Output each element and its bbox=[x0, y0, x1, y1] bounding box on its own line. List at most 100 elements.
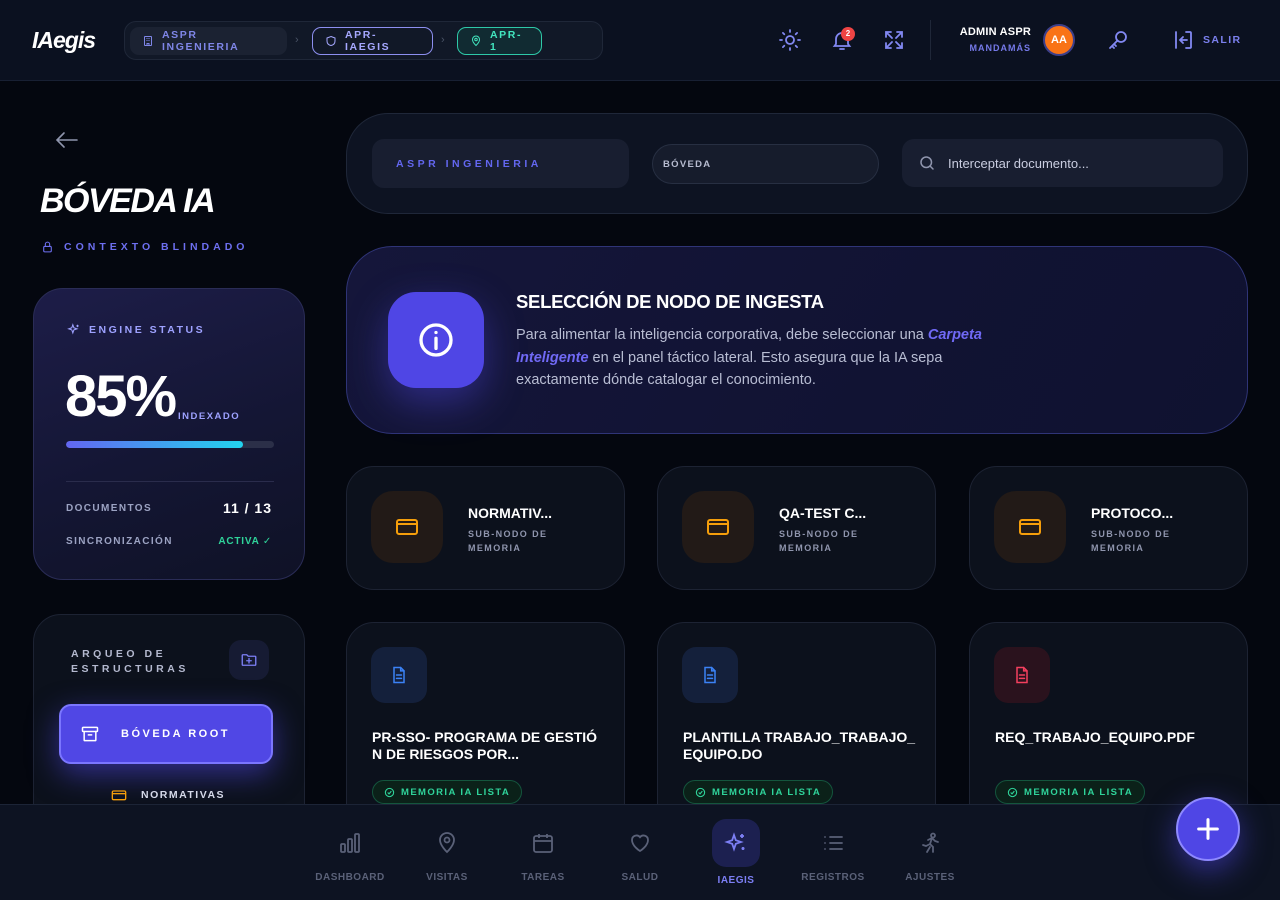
calendar-icon bbox=[533, 834, 553, 853]
document-icon-tile bbox=[371, 647, 427, 703]
file-pdf-icon bbox=[1016, 666, 1028, 684]
breadcrumb: ASPR INGENIERIA › APR-IAEGIS › APR-1 bbox=[124, 21, 603, 60]
sparkles-icon bbox=[724, 832, 745, 852]
expand-icon[interactable] bbox=[882, 28, 906, 52]
tree-item-label: BÓVEDA ROOT bbox=[121, 728, 230, 740]
breadcrumb-item-organization[interactable]: ASPR INGENIERIA bbox=[130, 27, 287, 55]
lock-icon bbox=[43, 241, 52, 253]
documents-label: DOCUMENTOS bbox=[66, 503, 153, 514]
check-circle-icon bbox=[1007, 787, 1018, 797]
status-badge-label: MEMORIA IA LISTA bbox=[401, 786, 511, 798]
sync-value: ACTIVA ✓ bbox=[218, 536, 272, 547]
file-text-icon bbox=[393, 666, 405, 684]
info-title: SELECCIÓN DE NODO DE INGESTA bbox=[516, 291, 824, 312]
avatar[interactable]: AA bbox=[1043, 24, 1075, 56]
tree-item-vault-root[interactable]: BÓVEDA ROOT bbox=[59, 704, 273, 764]
logout-icon[interactable] bbox=[1172, 28, 1196, 52]
document-name: REQ_TRABAJO_EQUIPO.PDF bbox=[995, 729, 1195, 745]
nav-item-dashboard[interactable]: DASHBOARD bbox=[302, 805, 398, 900]
tree-item-normativas[interactable]: NORMATIVAS bbox=[111, 789, 225, 801]
plus-icon bbox=[1197, 818, 1219, 840]
nav-item-label: SALUD bbox=[621, 872, 659, 883]
top-bar: IAegis ASPR INGENIERIA › APR-IAEGIS › AP… bbox=[0, 0, 1280, 81]
user-role: MANDAMÁS bbox=[969, 43, 1031, 53]
back-arrow-icon[interactable] bbox=[52, 126, 82, 156]
check-circle-icon bbox=[384, 787, 395, 797]
map-pin-icon bbox=[471, 35, 481, 47]
bottom-nav: DASHBOARD VISITAS TAREAS SALUD IAEGIS RE… bbox=[0, 804, 1280, 900]
indexing-progress-fill bbox=[66, 441, 243, 448]
tree-title: ARQUEO DE ESTRUCTURAS bbox=[71, 648, 189, 675]
notification-badge: 2 bbox=[841, 27, 855, 41]
chevron-right-icon: › bbox=[295, 34, 299, 46]
documents-value: 11 / 13 bbox=[222, 500, 272, 516]
check-circle-icon bbox=[695, 787, 706, 797]
nav-item-label: TAREAS bbox=[521, 872, 565, 883]
folder-card[interactable]: QA-TEST C... SUB-NODO DE MEMORIA bbox=[657, 466, 936, 590]
divider bbox=[66, 481, 274, 482]
nav-item-salud[interactable]: SALUD bbox=[592, 805, 688, 900]
nav-item-ajustes[interactable]: AJUSTES bbox=[882, 805, 978, 900]
ingest-info-card: SELECCIÓN DE NODO DE INGESTA Para alimen… bbox=[346, 246, 1248, 434]
indexing-progress-bar bbox=[66, 441, 274, 448]
document-name: PLANTILLA TRABAJO_TRABAJO_EQUIPO.DO bbox=[683, 729, 916, 762]
nav-item-label: REGISTROS bbox=[801, 872, 865, 883]
folder-icon-tile bbox=[682, 491, 754, 563]
document-icon-tile bbox=[682, 647, 738, 703]
sync-label: SINCRONIZACIÓN bbox=[66, 536, 173, 547]
building-icon bbox=[144, 36, 152, 46]
list-icon bbox=[824, 836, 843, 850]
info-text-start: Para alimentar la inteligencia corporati… bbox=[516, 327, 928, 343]
add-button[interactable] bbox=[1176, 797, 1240, 861]
nav-item-label: IAEGIS bbox=[717, 875, 755, 886]
document-icon-tile bbox=[994, 647, 1050, 703]
folder-name: NORMATIV... bbox=[468, 505, 553, 521]
folder-card[interactable]: NORMATIV... SUB-NODO DE MEMORIA bbox=[346, 466, 625, 590]
folder-icon bbox=[396, 519, 418, 535]
nav-item-visitas[interactable]: VISITAS bbox=[399, 805, 495, 900]
engine-percent-label: INDEXADO bbox=[178, 411, 241, 422]
nav-item-iaegis[interactable]: IAEGIS bbox=[688, 805, 784, 900]
tree-item-label: NORMATIVAS bbox=[141, 789, 226, 801]
sparkles-icon bbox=[67, 323, 79, 335]
engine-status-card: ENGINE STATUS 85% INDEXADO DOCUMENTOS 11… bbox=[33, 288, 305, 580]
folder-plus-icon bbox=[241, 654, 257, 666]
folder-subtitle: SUB-NODO DE MEMORIA bbox=[779, 529, 859, 553]
vault-select[interactable]: BÓVEDA bbox=[652, 144, 879, 184]
archive-icon bbox=[81, 726, 99, 742]
engine-percent: 85% bbox=[65, 364, 177, 429]
chevron-right-icon: › bbox=[441, 34, 445, 46]
organization-filter-label: ASPR INGENIERIA bbox=[396, 157, 542, 170]
context-label-text: CONTEXTO BLINDADO bbox=[64, 241, 249, 253]
info-icon-tile bbox=[388, 292, 484, 388]
context-label: CONTEXTO BLINDADO bbox=[41, 240, 248, 254]
search-input[interactable] bbox=[948, 155, 1208, 171]
organization-filter[interactable]: ASPR INGENIERIA bbox=[372, 139, 629, 188]
sun-icon[interactable] bbox=[778, 28, 802, 52]
breadcrumb-item-site[interactable]: APR-1 bbox=[457, 27, 542, 55]
document-name: PR-SSO- PROGRAMA DE GESTIÓN DE RIESGOS P… bbox=[372, 729, 598, 762]
shield-icon bbox=[326, 35, 336, 47]
folder-name: PROTOCO... bbox=[1091, 505, 1174, 521]
nav-item-tareas[interactable]: TAREAS bbox=[495, 805, 591, 900]
person-running-icon bbox=[922, 832, 939, 853]
nav-item-registros[interactable]: REGISTROS bbox=[785, 805, 881, 900]
status-badge: MEMORIA IA LISTA bbox=[683, 780, 834, 804]
status-badge-label: MEMORIA IA LISTA bbox=[1024, 786, 1134, 798]
page-title: BÓVEDA IA bbox=[40, 182, 216, 220]
vault-select-value: BÓVEDA bbox=[663, 158, 712, 170]
app-logo[interactable]: IAegis bbox=[32, 27, 96, 54]
status-badge: MEMORIA IA LISTA bbox=[372, 780, 523, 804]
folder-icon bbox=[111, 790, 127, 801]
folder-name: QA-TEST C... bbox=[779, 505, 867, 521]
heart-icon bbox=[631, 834, 649, 853]
key-icon[interactable] bbox=[1106, 28, 1130, 52]
folder-icon-tile bbox=[994, 491, 1066, 563]
user-name: ADMIN ASPR bbox=[959, 26, 1031, 38]
add-folder-button[interactable] bbox=[229, 640, 269, 680]
breadcrumb-item-project[interactable]: APR-IAEGIS bbox=[312, 27, 433, 55]
search-box bbox=[902, 139, 1223, 187]
folder-card[interactable]: PROTOCO... SUB-NODO DE MEMORIA bbox=[969, 466, 1248, 590]
nav-item-label: AJUSTES bbox=[905, 872, 955, 883]
logout-button[interactable]: SALIR bbox=[1203, 34, 1242, 46]
